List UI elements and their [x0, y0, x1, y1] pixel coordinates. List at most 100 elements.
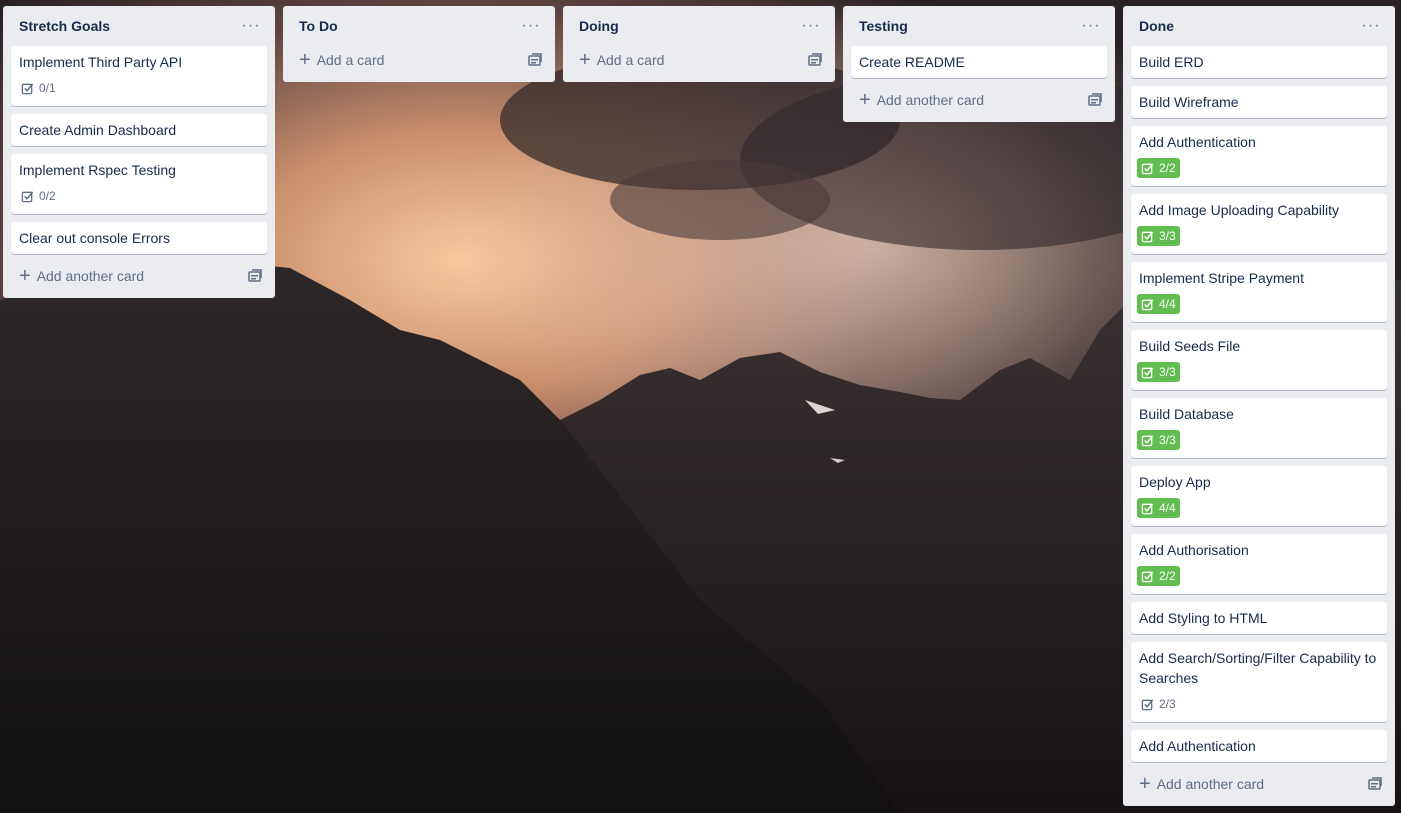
- checklist-count: 3/3: [1159, 229, 1176, 243]
- card[interactable]: Add Search/Sorting/Filter Capability to …: [1131, 642, 1387, 722]
- card-title: Build Database: [1139, 406, 1234, 422]
- card[interactable]: Build Database 3/3: [1131, 398, 1387, 458]
- card[interactable]: Deploy App 4/4: [1131, 466, 1387, 526]
- card[interactable]: Add Image Uploading Capability 3/3: [1131, 194, 1387, 254]
- card[interactable]: Add Authorisation 2/2: [1131, 534, 1387, 594]
- card[interactable]: Clear out console Errors: [11, 222, 267, 254]
- add-card-button[interactable]: + Add another card: [851, 86, 1107, 114]
- card-title: Build ERD: [1139, 54, 1204, 70]
- card[interactable]: Implement Third Party API 0/1: [11, 46, 267, 106]
- card-badges: 3/3: [1137, 360, 1379, 384]
- list-menu-icon[interactable]: ···: [795, 10, 827, 42]
- list-done: Done ··· Build ERD Build Wireframe Add A…: [1123, 6, 1395, 806]
- card-badges: 2/2: [1137, 156, 1379, 180]
- card-template-icon[interactable]: [527, 52, 543, 68]
- checklist-icon: [1141, 434, 1154, 446]
- card-title: Create README: [859, 54, 965, 70]
- checklist-count: 0/1: [39, 81, 56, 95]
- list-testing: Testing ··· Create README + Add another c…: [843, 6, 1115, 122]
- list-menu-icon[interactable]: ···: [235, 10, 267, 42]
- card-template-icon[interactable]: [1087, 92, 1103, 108]
- card-title: Implement Rspec Testing: [19, 162, 176, 178]
- card[interactable]: Build ERD: [1131, 46, 1387, 78]
- list-title[interactable]: Testing: [859, 18, 908, 34]
- add-card-label: Add another card: [36, 268, 145, 284]
- card-badges: 0/1: [17, 76, 259, 100]
- checklist-count: 4/4: [1159, 501, 1176, 515]
- list-menu-icon[interactable]: ···: [515, 10, 547, 42]
- checklist-icon: [1141, 162, 1154, 174]
- add-card-label: Add another card: [876, 92, 985, 108]
- checklist-badge: 0/2: [17, 186, 60, 206]
- card-badges: 2/3: [1137, 692, 1379, 716]
- plus-icon: +: [859, 89, 871, 111]
- card[interactable]: Build Seeds File 3/3: [1131, 330, 1387, 390]
- checklist-badge: 2/2: [1137, 158, 1180, 178]
- checklist-icon: [21, 190, 34, 202]
- list-stretch-goals: Stretch Goals ··· Implement Third Party …: [3, 6, 275, 298]
- checklist-icon: [1141, 366, 1154, 378]
- list-title[interactable]: Done: [1139, 18, 1174, 34]
- add-card-button[interactable]: + Add a card: [571, 46, 827, 74]
- card-badges: 0/2: [17, 184, 259, 208]
- checklist-icon: [1141, 298, 1154, 310]
- checklist-icon: [1141, 698, 1154, 710]
- card-title: Add Authentication: [1139, 134, 1256, 150]
- checklist-badge: 2/3: [1137, 694, 1180, 714]
- card[interactable]: Add Authentication 2/2: [1131, 126, 1387, 186]
- add-card-button[interactable]: + Add another card: [1131, 770, 1387, 798]
- card-template-icon[interactable]: [1367, 776, 1383, 792]
- checklist-badge: 2/2: [1137, 566, 1180, 586]
- add-card-button[interactable]: + Add a card: [291, 46, 547, 74]
- checklist-icon: [21, 82, 34, 94]
- add-card-label: Add a card: [316, 52, 385, 68]
- card[interactable]: Create Admin Dashboard: [11, 114, 267, 146]
- add-card-label: Add another card: [1156, 776, 1265, 792]
- card-template-icon[interactable]: [807, 52, 823, 68]
- card-badges: 4/4: [1137, 496, 1379, 520]
- card-badges: 3/3: [1137, 428, 1379, 452]
- card-title: Add Authentication: [1139, 738, 1256, 754]
- list-title[interactable]: Doing: [579, 18, 619, 34]
- checklist-badge: 3/3: [1137, 226, 1180, 246]
- checklist-count: 2/3: [1159, 697, 1176, 711]
- list-header: Testing ···: [851, 6, 1107, 46]
- list-header: Done ···: [1131, 6, 1387, 46]
- card-title: Add Search/Sorting/Filter Capability to …: [1139, 650, 1377, 686]
- plus-icon: +: [19, 265, 31, 287]
- card[interactable]: Implement Stripe Payment 4/4: [1131, 262, 1387, 322]
- checklist-badge: 4/4: [1137, 498, 1180, 518]
- checklist-badge: 4/4: [1137, 294, 1180, 314]
- card-title: Deploy App: [1139, 474, 1211, 490]
- card-title: Clear out console Errors: [19, 230, 170, 246]
- list-menu-icon[interactable]: ···: [1075, 10, 1107, 42]
- checklist-badge: 0/1: [17, 78, 60, 98]
- list-menu-icon[interactable]: ···: [1355, 10, 1387, 42]
- add-card-button[interactable]: + Add another card: [11, 262, 267, 290]
- card[interactable]: Create README: [851, 46, 1107, 78]
- card[interactable]: Add Authentication: [1131, 730, 1387, 762]
- card-title: Add Styling to HTML: [1139, 610, 1268, 626]
- card-template-icon[interactable]: [247, 268, 263, 284]
- plus-icon: +: [1139, 773, 1151, 795]
- card[interactable]: Implement Rspec Testing 0/2: [11, 154, 267, 214]
- checklist-badge: 3/3: [1137, 430, 1180, 450]
- list-title[interactable]: Stretch Goals: [19, 18, 110, 34]
- list-doing: Doing ··· + Add a card: [563, 6, 835, 82]
- checklist-count: 2/2: [1159, 161, 1176, 175]
- list-to-do: To Do ··· + Add a card: [283, 6, 555, 82]
- list-title[interactable]: To Do: [299, 18, 338, 34]
- checklist-count: 3/3: [1159, 365, 1176, 379]
- checklist-count: 0/2: [39, 189, 56, 203]
- card-title: Add Authorisation: [1139, 542, 1249, 558]
- card-title: Build Seeds File: [1139, 338, 1241, 354]
- checklist-badge: 3/3: [1137, 362, 1180, 382]
- card-title: Build Wireframe: [1139, 94, 1239, 110]
- card[interactable]: Build Wireframe: [1131, 86, 1387, 118]
- card-badges: 4/4: [1137, 292, 1379, 316]
- card-badges: 2/2: [1137, 564, 1379, 588]
- plus-icon: +: [579, 49, 591, 71]
- card[interactable]: Add Styling to HTML: [1131, 602, 1387, 634]
- checklist-count: 2/2: [1159, 569, 1176, 583]
- card-title: Add Image Uploading Capability: [1139, 202, 1340, 218]
